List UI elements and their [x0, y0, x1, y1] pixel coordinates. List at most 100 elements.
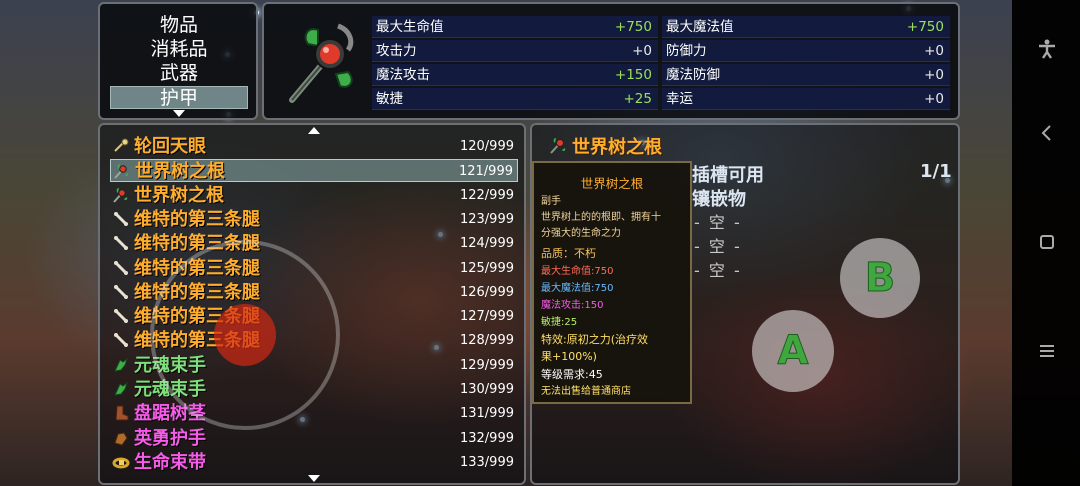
stat-value: +0 [924, 91, 944, 107]
tooltip-quality: 品质：不朽 [541, 247, 596, 260]
tooltip-type: 副手 [541, 196, 561, 207]
gem-slot-1[interactable]: - 空 - [694, 209, 742, 233]
stat-value: +0 [924, 43, 944, 59]
accessibility-icon[interactable] [1036, 38, 1058, 60]
home-icon[interactable] [1036, 231, 1058, 253]
item-count: 133/999 [459, 454, 514, 470]
tooltip-effect: 特效:原初之力(治疗效 [541, 333, 648, 346]
item-count: 121/999 [458, 164, 513, 180]
gem-label: 镶嵌物 [692, 189, 746, 210]
stat-value: +150 [614, 67, 652, 83]
bone-icon [112, 234, 130, 252]
stat-label: 幸运 [666, 91, 693, 107]
tooltip-stat-hp: 最大生命值:750 [541, 266, 614, 277]
belt-icon [112, 453, 130, 471]
tooltip-effect: 果+100%) [541, 350, 597, 363]
gem-slot-2[interactable]: - 空 - [694, 233, 742, 257]
tooltip-title: 世界树之根 [580, 176, 644, 191]
a-button[interactable]: A [752, 310, 834, 392]
stat-value: +0 [924, 67, 944, 83]
gauntlet-icon [112, 429, 130, 447]
item-row[interactable]: 轮回天眼 120/999 [110, 135, 518, 158]
stat-label: 攻击力 [376, 43, 417, 59]
green-glove-icon [112, 356, 130, 374]
bone-icon [112, 331, 130, 349]
detail-item-name: 世界树之根 [572, 137, 662, 158]
item-count: 123/999 [459, 211, 514, 227]
stat-row-attack: 攻击力 +0 [372, 40, 658, 62]
item-name: 世界树之根 [135, 161, 225, 183]
item-count: 120/999 [459, 139, 514, 154]
item-count: 127/999 [459, 309, 514, 325]
stat-label: 敏捷 [376, 91, 403, 107]
item-row[interactable]: 世界树之根 121/999 [110, 159, 518, 183]
item-count: 122/999 [459, 187, 514, 203]
recents-icon[interactable] [1036, 340, 1058, 362]
green-glove-icon [112, 380, 130, 398]
item-count: 129/999 [459, 357, 514, 373]
stat-label: 魔法攻击 [376, 67, 430, 83]
item-name: 英勇护手 [134, 427, 206, 449]
socket-available-label: 插槽可用 [692, 165, 764, 186]
stat-value: +0 [632, 43, 652, 59]
staff-icon [550, 138, 566, 154]
item-row[interactable]: 盘踞树茎 131/999 [110, 402, 518, 425]
equipment-stats-panel: 最大生命值 +750 攻击力 +0 魔法攻击 +150 敏捷 +25 最大魔法值… [262, 2, 960, 120]
item-name: 维特的第三条腿 [134, 208, 260, 230]
item-tooltip: 世界树之根 副手 世界树上的的根即、拥有十 分强大的生命之力 品质：不朽 最大生… [532, 161, 692, 404]
item-count: 128/999 [459, 333, 514, 349]
category-items[interactable]: 物品 [110, 14, 248, 37]
stat-label: 魔法防御 [666, 67, 720, 83]
tooltip-stat-matk: 魔法攻击:150 [541, 300, 604, 311]
item-row[interactable]: 英勇护手 132/999 [110, 427, 518, 450]
stat-row-defense: 防御力 +0 [662, 40, 950, 62]
gem-slot-3[interactable]: - 空 - [694, 257, 742, 281]
item-row[interactable]: 维特的第三条腿 124/999 [110, 232, 518, 255]
item-count: 126/999 [459, 284, 514, 300]
stat-label: 防御力 [666, 43, 707, 59]
item-row[interactable]: 生命束带 133/999 [110, 451, 518, 474]
category-armor[interactable]: 护甲 [110, 86, 248, 109]
boot-icon [112, 404, 130, 422]
tooltip-level-req: 等级需求:45 [541, 368, 603, 381]
item-row[interactable]: 维特的第三条腿 123/999 [110, 208, 518, 231]
joystick-knob[interactable] [214, 304, 276, 366]
item-count: 125/999 [459, 260, 514, 276]
tooltip-sell-note: 无法出售给普通商店 [541, 386, 631, 397]
stat-row-magic-defense: 魔法防御 +0 [662, 64, 950, 86]
bone-icon [112, 283, 130, 301]
b-button[interactable]: B [840, 238, 920, 318]
scroll-down-arrow-icon[interactable] [308, 475, 320, 482]
category-weapons[interactable]: 武器 [110, 62, 248, 85]
eye-icon [112, 137, 130, 155]
back-icon[interactable] [1036, 122, 1058, 144]
item-name: 轮回天眼 [134, 136, 206, 157]
category-consumables[interactable]: 消耗品 [110, 38, 248, 61]
stat-row-luck: 幸运 +0 [662, 88, 950, 110]
tooltip-desc: 分强大的生命之力 [541, 228, 621, 239]
bone-icon [112, 307, 130, 325]
stat-label: 最大生命值 [376, 19, 444, 35]
item-row[interactable]: 世界树之根 122/999 [110, 184, 518, 207]
tooltip-desc: 世界树上的的根即、拥有十 [541, 212, 661, 223]
socket-count: 1/1 [920, 161, 952, 182]
staff-icon [289, 23, 354, 103]
stat-row-magic-attack: 魔法攻击 +150 [372, 64, 658, 86]
category-menu: 物品 消耗品 武器 护甲 [98, 2, 258, 120]
tooltip-stat-agi: 敏捷:25 [541, 317, 578, 328]
stat-row-agility: 敏捷 +25 [372, 88, 658, 110]
item-count: 131/999 [459, 406, 514, 422]
scroll-down-arrow-icon[interactable] [173, 110, 185, 117]
item-name: 世界树之根 [134, 184, 224, 206]
stat-row-max-mp: 最大魔法值 +750 [662, 16, 950, 38]
stat-value: +750 [906, 19, 944, 35]
scroll-up-arrow-icon[interactable] [308, 127, 320, 134]
staff-icon [113, 162, 131, 180]
tooltip-stat-mp: 最大魔法值:750 [541, 283, 614, 294]
bone-icon [112, 259, 130, 277]
stat-value: +25 [623, 91, 653, 107]
stat-label: 最大魔法值 [666, 19, 734, 35]
stat-row-max-hp: 最大生命值 +750 [372, 16, 658, 38]
stat-value: +750 [614, 19, 652, 35]
system-navigation-bar [1012, 0, 1080, 486]
